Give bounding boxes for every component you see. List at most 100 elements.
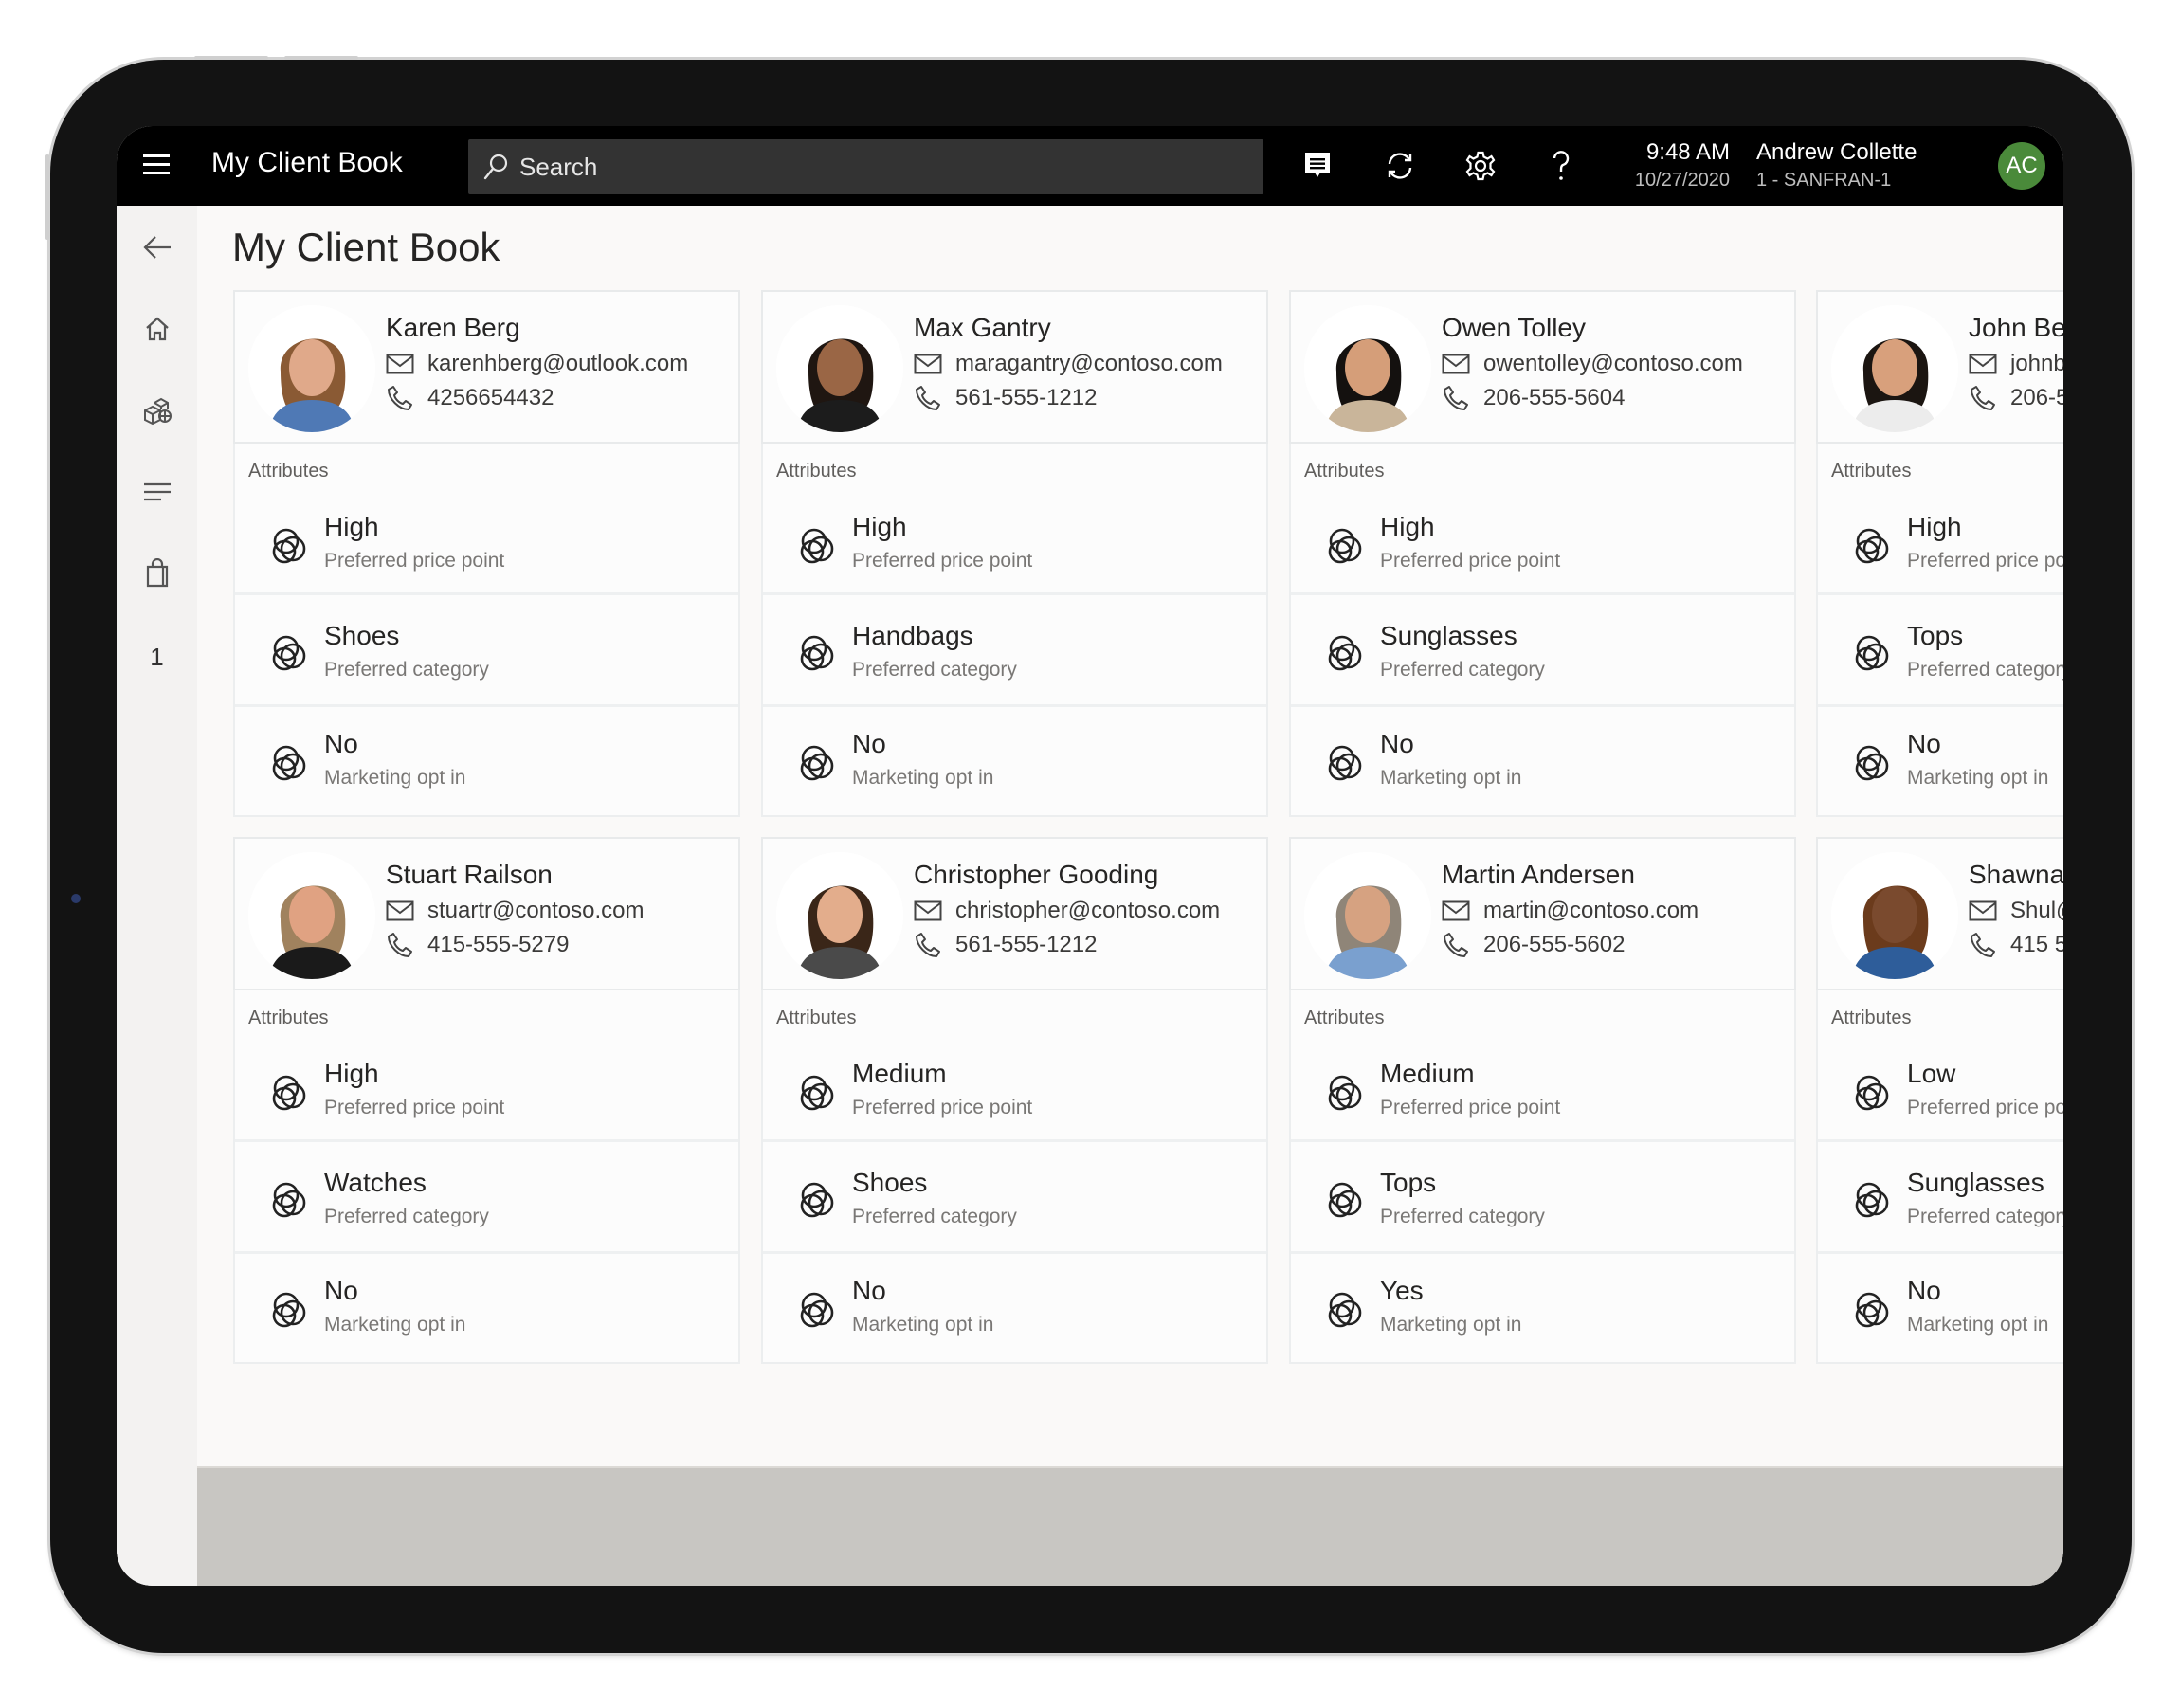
client-card[interactable]: Christopher Gooding christopher@contoso.… <box>761 837 1268 1364</box>
client-email-row[interactable]: karenhberg@outlook.com <box>386 351 688 377</box>
sidebar-item-bag[interactable] <box>117 547 197 600</box>
sidebar-item-home[interactable] <box>117 302 197 355</box>
client-phone-row[interactable]: 561-555-1212 <box>914 932 1097 958</box>
client-phone-row[interactable]: 4256654432 <box>386 385 554 411</box>
attribute-row[interactable]: Tops Preferred category <box>1818 598 2063 707</box>
attribute-row[interactable]: No Marketing opt in <box>763 710 1266 815</box>
attribute-row[interactable]: Low Preferred price po <box>1818 1038 2063 1142</box>
attribute-row[interactable]: Shoes Preferred category <box>763 1145 1266 1254</box>
client-card-header[interactable]: Stuart Railson stuartr@contoso.com 415-5… <box>233 837 740 990</box>
refresh-button[interactable] <box>1381 147 1419 185</box>
sidebar-item-page-number[interactable]: 1 <box>117 630 197 683</box>
help-button[interactable] <box>1542 147 1580 185</box>
attribute-row[interactable]: High Preferred price point <box>235 491 738 595</box>
client-card-header[interactable]: John Bea johnb 206-5 <box>1816 290 2063 444</box>
phone-icon <box>916 386 940 410</box>
client-phone-row[interactable]: 206-5 <box>1969 385 2063 411</box>
attribute-row[interactable]: High Preferred price po <box>1818 491 2063 595</box>
attribute-row[interactable]: Yes Marketing opt in <box>1291 1257 1794 1362</box>
client-email: martin@contoso.com <box>1483 898 1699 923</box>
client-phone-row[interactable]: 206-555-5602 <box>1442 932 1625 958</box>
feedback-button[interactable] <box>1299 147 1336 185</box>
power-button <box>45 154 49 240</box>
client-photo <box>1304 852 1431 979</box>
client-card[interactable]: John Bea johnb 206-5 <box>1816 290 2063 817</box>
client-phone-row[interactable]: 415 55 <box>1969 932 2063 958</box>
attribute-row[interactable]: No Marketing opt in <box>763 1257 1266 1362</box>
search-box[interactable] <box>468 139 1263 194</box>
attributes-label: Attributes <box>1831 461 1912 482</box>
hamburger-menu-icon[interactable] <box>143 154 170 175</box>
attribute-label: Preferred price point <box>1380 550 1561 572</box>
settings-button[interactable] <box>1462 147 1499 185</box>
attribute-row[interactable]: No Marketing opt in <box>1291 710 1794 815</box>
attribute-row[interactable]: No Marketing opt in <box>235 710 738 815</box>
client-card[interactable]: Karen Berg karenhberg@outlook.com 425665… <box>233 290 740 817</box>
client-card-header[interactable]: Martin Andersen martin@contoso.com 206-5… <box>1289 837 1796 990</box>
client-card-header[interactable]: Christopher Gooding christopher@contoso.… <box>761 837 1268 990</box>
products-icon <box>143 397 172 426</box>
user-avatar[interactable]: AC <box>1998 142 2045 190</box>
attribute-label: Preferred price po <box>1907 550 2063 572</box>
client-card[interactable]: Shawna Shul@ 415 55 A <box>1816 837 2063 1364</box>
attribute-row[interactable]: Handbags Preferred category <box>763 598 1266 707</box>
client-phone-row[interactable]: 415-555-5279 <box>386 932 569 958</box>
client-card[interactable]: Owen Tolley owentolley@contoso.com 206-5… <box>1289 290 1796 817</box>
client-phone: 561-555-1212 <box>955 385 1098 410</box>
feedback-icon <box>1305 153 1330 177</box>
client-email-row[interactable]: Shul@ <box>1969 898 2063 924</box>
back-button[interactable] <box>117 221 197 274</box>
attributes-section: Attributes High Preferred price point Ha… <box>761 444 1268 817</box>
attribute-row[interactable]: High Preferred price point <box>235 1038 738 1142</box>
attribute-rings-icon <box>800 635 834 671</box>
phone-icon <box>1444 386 1468 410</box>
attribute-rings-icon <box>1328 1182 1362 1218</box>
client-phone: 415-555-5279 <box>427 932 570 957</box>
attribute-row[interactable]: Shoes Preferred category <box>235 598 738 707</box>
client-phone-row[interactable]: 561-555-1212 <box>914 385 1097 411</box>
attribute-label: Preferred category <box>324 659 489 681</box>
attribute-row[interactable]: No Marketing opt in <box>1818 710 2063 815</box>
client-card[interactable]: Stuart Railson stuartr@contoso.com 415-5… <box>233 837 740 1364</box>
attribute-row[interactable]: Tops Preferred category <box>1291 1145 1794 1254</box>
user-info: Andrew Collette 1 - SANFRAN-1 <box>1756 139 1917 191</box>
attribute-label: Preferred category <box>324 1206 489 1227</box>
attribute-row[interactable]: High Preferred price point <box>1291 491 1794 595</box>
phone-icon <box>388 933 412 957</box>
client-card-header[interactable]: Shawna Shul@ 415 55 <box>1816 837 2063 990</box>
footer-area <box>197 1466 2063 1586</box>
attribute-row[interactable]: Sunglasses Preferred category <box>1818 1145 2063 1254</box>
client-card-header[interactable]: Karen Berg karenhberg@outlook.com 425665… <box>233 290 740 444</box>
attributes-label: Attributes <box>1304 1008 1385 1028</box>
client-email-row[interactable]: christopher@contoso.com <box>914 898 1220 924</box>
client-card[interactable]: Martin Andersen martin@contoso.com 206-5… <box>1289 837 1796 1364</box>
client-email: johnb <box>2010 351 2063 376</box>
attribute-row[interactable]: No Marketing opt in <box>235 1257 738 1362</box>
attribute-rings-icon <box>272 528 306 564</box>
client-email-row[interactable]: johnb <box>1969 351 2063 377</box>
sidebar-item-list[interactable] <box>117 465 197 518</box>
attribute-row[interactable]: Medium Preferred price point <box>763 1038 1266 1142</box>
client-email-row[interactable]: martin@contoso.com <box>1442 898 1699 924</box>
attribute-row[interactable]: Medium Preferred price point <box>1291 1038 1794 1142</box>
client-card-header[interactable]: Owen Tolley owentolley@contoso.com 206-5… <box>1289 290 1796 444</box>
attribute-row[interactable]: High Preferred price point <box>763 491 1266 595</box>
client-phone-row[interactable]: 206-555-5604 <box>1442 385 1625 411</box>
attribute-rings-icon <box>1855 1182 1889 1218</box>
attribute-value: No <box>852 1276 886 1305</box>
client-name: Stuart Railson <box>386 860 553 889</box>
attribute-row[interactable]: Watches Preferred category <box>235 1145 738 1254</box>
mail-icon <box>1442 354 1470 374</box>
client-email-row[interactable]: maragantry@contoso.com <box>914 351 1223 377</box>
attribute-rings-icon <box>1328 635 1362 671</box>
search-input[interactable] <box>519 152 1240 182</box>
client-card-header[interactable]: Max Gantry maragantry@contoso.com 561-55… <box>761 290 1268 444</box>
attribute-row[interactable]: No Marketing opt in <box>1818 1257 2063 1362</box>
client-card[interactable]: Max Gantry maragantry@contoso.com 561-55… <box>761 290 1268 817</box>
attribute-row[interactable]: Sunglasses Preferred category <box>1291 598 1794 707</box>
sidebar-item-products[interactable] <box>117 384 197 437</box>
client-email-row[interactable]: stuartr@contoso.com <box>386 898 644 924</box>
client-email-row[interactable]: owentolley@contoso.com <box>1442 351 1743 377</box>
attribute-label: Marketing opt in <box>324 1314 466 1336</box>
settings-icon <box>1465 151 1496 181</box>
